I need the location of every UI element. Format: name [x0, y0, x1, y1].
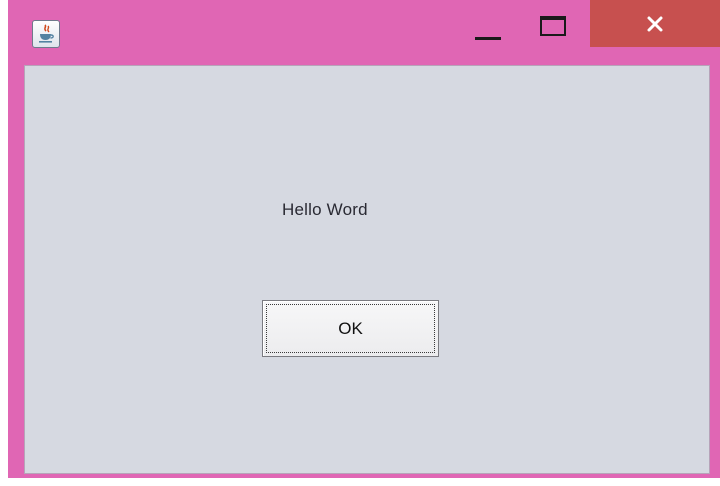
- maximize-button[interactable]: [536, 12, 570, 40]
- minimize-icon: [475, 37, 501, 40]
- close-button[interactable]: [590, 0, 720, 47]
- ok-button[interactable]: OK: [262, 300, 439, 357]
- minimize-button[interactable]: [472, 22, 504, 50]
- content-panel: Hello Word OK: [24, 65, 710, 474]
- maximize-icon: [540, 16, 566, 36]
- java-cup-icon[interactable]: [32, 20, 60, 48]
- hello-label: Hello Word: [282, 200, 368, 219]
- close-icon: [647, 16, 663, 31]
- ok-button-label: OK: [338, 318, 363, 338]
- title-bar[interactable]: [8, 0, 720, 60]
- app-window: Hello Word OK: [8, 0, 720, 478]
